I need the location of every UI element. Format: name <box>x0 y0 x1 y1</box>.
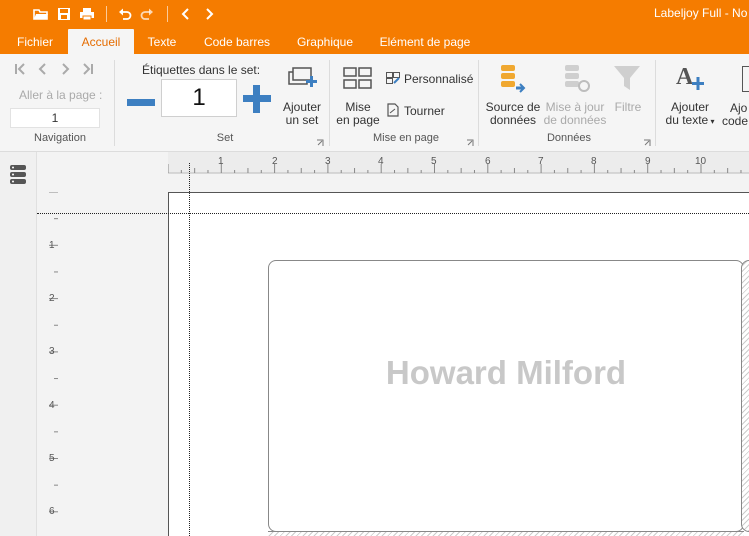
next-label-box <box>741 260 749 532</box>
add-code-label-2: code <box>722 114 749 128</box>
labels-in-set-label: Étiquettes dans le set: <box>142 63 261 77</box>
add-text-button[interactable]: A <box>674 62 708 94</box>
print-icon[interactable] <box>77 4 97 24</box>
svg-text:A: A <box>676 64 694 90</box>
ruler-label: 6 <box>49 506 55 517</box>
data-source-button[interactable] <box>498 62 528 94</box>
ribbon: Aller à la page : 1 Navigation Étiquette… <box>0 54 749 152</box>
tab-code-barres[interactable]: Code barres <box>196 29 278 54</box>
go-to-page-label: Aller à la page : <box>19 88 103 102</box>
group-separator <box>114 60 115 146</box>
vertical-ruler[interactable]: 1 2 3 4 5 6 <box>37 192 59 536</box>
navigation-group-label: Navigation <box>34 132 86 144</box>
custom-layout-icon[interactable] <box>386 72 400 84</box>
title-bar: Labeljoy Full - No <box>0 0 749 28</box>
ruler-label: 4 <box>49 400 55 411</box>
layout-group-label: Mise en page <box>372 132 440 144</box>
toolbar-separator <box>106 6 107 22</box>
ruler-label: 3 <box>49 346 55 357</box>
rotate-icon[interactable] <box>386 103 400 117</box>
layout-button[interactable] <box>343 66 373 92</box>
dropdown-arrow-icon: ▾ <box>708 117 715 126</box>
forward-icon[interactable] <box>199 4 219 24</box>
ruler-label: 7 <box>538 156 544 167</box>
ruler-label: 3 <box>325 156 331 167</box>
update-data-icon <box>565 65 590 92</box>
layout-icon <box>343 67 372 89</box>
back-icon[interactable] <box>176 4 196 24</box>
group-separator <box>329 60 330 146</box>
next-row-label <box>268 531 744 536</box>
add-code-label-1: Ajo <box>730 101 748 115</box>
ruler-label: 6 <box>485 156 491 167</box>
add-text-icon: A <box>676 64 704 90</box>
label-text[interactable]: Howard Milford <box>268 354 744 392</box>
window-title: Labeljoy Full - No <box>654 6 748 20</box>
group-separator <box>478 60 479 146</box>
data-group-label: Données <box>546 132 592 144</box>
ruler-label: 5 <box>431 156 437 167</box>
custom-layout-button[interactable]: Personnalisé <box>404 72 473 86</box>
ruler-label: 1 <box>49 240 55 251</box>
set-launcher-icon[interactable] <box>316 136 324 146</box>
update-data-button[interactable] <box>562 62 592 94</box>
ruler-label: 5 <box>49 453 55 464</box>
toolbar-separator <box>167 6 168 22</box>
left-panel-strip <box>0 152 37 536</box>
horizontal-ruler[interactable]: 1 2 3 4 5 6 7 8 9 10 <box>168 152 749 192</box>
ruler-label: 4 <box>378 156 384 167</box>
next-page-icon[interactable] <box>58 62 72 76</box>
tab-graphique[interactable]: Graphique <box>288 29 362 54</box>
group-separator <box>655 60 656 146</box>
set-group-label: Set <box>216 132 234 144</box>
ruler-label: 2 <box>272 156 278 167</box>
horizontal-guide[interactable] <box>37 213 749 214</box>
ruler-corner <box>37 152 168 192</box>
data-source-label-2: données <box>489 113 537 127</box>
canvas-background <box>59 192 168 536</box>
labels-count-input[interactable]: 1 <box>161 79 237 117</box>
tab-element-de-page[interactable]: Elément de page <box>372 29 478 54</box>
page-number-input[interactable]: 1 <box>10 108 100 128</box>
undo-icon[interactable] <box>115 4 135 24</box>
tab-fichier[interactable]: Fichier <box>6 29 64 54</box>
filter-label: Filtre <box>614 100 642 114</box>
ruler-label: 1 <box>218 156 224 167</box>
first-page-icon[interactable] <box>13 62 27 76</box>
layout-launcher-icon[interactable] <box>466 136 474 146</box>
add-code-icon[interactable] <box>742 66 749 92</box>
data-launcher-icon[interactable] <box>643 136 651 146</box>
vertical-guide[interactable] <box>189 163 190 536</box>
redo-icon[interactable] <box>137 4 157 24</box>
tab-texte[interactable]: Texte <box>138 29 186 54</box>
add-set-button[interactable] <box>286 64 318 94</box>
save-icon[interactable] <box>54 4 74 24</box>
last-page-icon[interactable] <box>81 62 95 76</box>
add-set-label-2: un set <box>285 113 319 127</box>
ruler-label: 8 <box>591 156 597 167</box>
decrease-button[interactable] <box>126 90 156 116</box>
rotate-button[interactable]: Tourner <box>404 104 445 118</box>
data-panel-icon[interactable] <box>9 164 27 184</box>
filter-icon <box>614 66 640 90</box>
update-data-label-2: de données <box>543 113 607 127</box>
ruler-label: 9 <box>645 156 651 167</box>
ruler-label: 2 <box>49 293 55 304</box>
previous-page-icon[interactable] <box>36 62 50 76</box>
label-box[interactable] <box>268 260 744 532</box>
add-text-label-2[interactable]: du texte ▾ <box>660 114 720 128</box>
tab-accueil[interactable]: Accueil <box>68 29 134 54</box>
layout-label-2: en page <box>336 113 380 127</box>
increase-button[interactable] <box>242 84 272 114</box>
add-set-icon <box>288 67 317 87</box>
ribbon-tabs: Fichier Accueil Texte Code barres Graphi… <box>0 28 749 54</box>
filter-button[interactable] <box>612 62 642 94</box>
ruler-label: 10 <box>695 156 707 167</box>
data-source-icon <box>501 65 526 93</box>
open-icon[interactable] <box>31 4 51 24</box>
